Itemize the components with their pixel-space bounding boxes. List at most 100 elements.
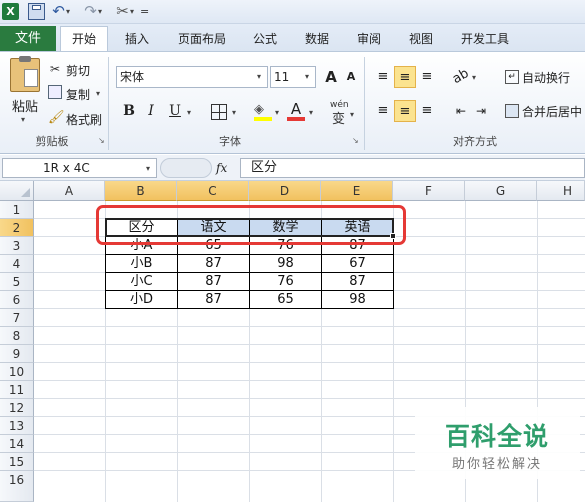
tab-review[interactable]: 审阅: [348, 27, 390, 51]
paste-label[interactable]: 粘贴: [12, 96, 38, 115]
tools-dropdown-icon[interactable]: ▾: [130, 3, 138, 20]
copy-button[interactable]: 复制: [66, 86, 90, 103]
row-header-15[interactable]: 15: [0, 453, 34, 471]
row-header-6[interactable]: 6: [0, 291, 34, 309]
row-header-7[interactable]: 7: [0, 309, 34, 327]
align-right-icon[interactable]: ≡: [416, 100, 438, 122]
phonetic-guide-icon[interactable]: 变: [332, 108, 345, 127]
merge-center-button[interactable]: 合并后居中: [522, 103, 582, 120]
insert-function-button[interactable]: fx: [216, 159, 238, 177]
underline-dropdown-icon[interactable]: ▾: [187, 108, 191, 117]
row-header-9[interactable]: 9: [0, 345, 34, 363]
merge-center-icon[interactable]: [505, 104, 519, 118]
row-header-8[interactable]: 8: [0, 327, 34, 345]
grow-font-button[interactable]: A: [320, 66, 342, 88]
row-header-11[interactable]: 11: [0, 381, 34, 399]
row-header-12[interactable]: 12: [0, 399, 34, 417]
table-cell[interactable]: 67: [322, 255, 393, 273]
tab-file[interactable]: 文件: [0, 26, 56, 52]
font-launcher-icon[interactable]: ↘: [352, 136, 359, 145]
undo-icon[interactable]: ↶: [50, 3, 67, 20]
font-name-dropdown-icon[interactable]: ▾: [257, 72, 261, 81]
font-size-dropdown-icon[interactable]: ▾: [305, 72, 309, 81]
column-header-f[interactable]: F: [393, 181, 465, 201]
table-cell[interactable]: 87: [178, 255, 249, 273]
formula-input[interactable]: 区分: [240, 158, 585, 178]
tab-view[interactable]: 视图: [400, 27, 442, 51]
fill-color-icon[interactable]: ◈: [254, 102, 272, 117]
align-left-icon[interactable]: ≡: [372, 100, 394, 122]
wrap-text-button[interactable]: 自动换行: [522, 69, 570, 86]
underline-button[interactable]: U: [164, 100, 186, 122]
clipboard-launcher-icon[interactable]: ↘: [98, 136, 105, 145]
row-header-5[interactable]: 5: [0, 273, 34, 291]
align-center-icon[interactable]: ≡: [394, 100, 416, 122]
row-header-13[interactable]: 13: [0, 417, 34, 435]
table-cell[interactable]: 小C: [106, 273, 177, 291]
shrink-font-button[interactable]: A: [340, 66, 362, 88]
font-color-dropdown-icon[interactable]: ▾: [309, 108, 313, 117]
column-header-e[interactable]: E: [321, 181, 393, 201]
redo-icon[interactable]: ↷: [82, 3, 99, 20]
phonetic-dropdown-icon[interactable]: ▾: [350, 110, 354, 119]
tab-formulas[interactable]: 公式: [244, 27, 286, 51]
format-painter-icon[interactable]: 🖌: [48, 110, 65, 125]
fill-color-dropdown-icon[interactable]: ▾: [275, 108, 279, 117]
row-header-4[interactable]: 4: [0, 255, 34, 273]
font-size-field[interactable]: 11: [270, 66, 316, 88]
table-cell[interactable]: 98: [250, 255, 321, 273]
column-header-g[interactable]: G: [465, 181, 537, 201]
increase-indent-icon[interactable]: ⇥: [470, 100, 492, 122]
column-header-h[interactable]: H: [537, 181, 585, 201]
italic-button[interactable]: I: [140, 100, 162, 122]
customize-qat-icon[interactable]: =: [140, 3, 150, 20]
table-cell[interactable]: 65: [250, 291, 321, 309]
table-cell[interactable]: 小D: [106, 291, 177, 309]
column-header-c[interactable]: C: [177, 181, 249, 201]
border-dropdown-icon[interactable]: ▾: [232, 108, 236, 117]
row-header-10[interactable]: 10: [0, 363, 34, 381]
paste-dropdown-icon[interactable]: ▾: [21, 115, 25, 124]
align-top-icon[interactable]: ≡: [372, 66, 394, 88]
tab-page-layout[interactable]: 页面布局: [170, 27, 234, 51]
row-header-14[interactable]: 14: [0, 435, 34, 453]
table-cell[interactable]: 76: [250, 273, 321, 291]
copy-icon[interactable]: [48, 85, 62, 99]
orientation-dropdown-icon[interactable]: ▾: [472, 73, 476, 82]
wrap-text-icon[interactable]: ↵: [505, 70, 519, 84]
format-painter-button[interactable]: 格式刷: [66, 111, 102, 128]
decrease-indent-icon[interactable]: ⇤: [450, 100, 472, 122]
align-bottom-icon[interactable]: ≡: [416, 66, 438, 88]
cut-icon[interactable]: ✂: [50, 62, 60, 76]
table-cell[interactable]: 小B: [106, 255, 177, 273]
row-header-1[interactable]: 1: [0, 201, 34, 219]
column-header-b[interactable]: B: [105, 181, 177, 201]
border-icon[interactable]: [211, 104, 227, 120]
tab-insert[interactable]: 插入: [116, 27, 158, 51]
row-header-16[interactable]: 16: [0, 471, 34, 502]
row-header-3[interactable]: 3: [0, 237, 34, 255]
font-name-field[interactable]: 宋体: [116, 66, 268, 88]
align-middle-icon[interactable]: ≡: [394, 66, 416, 88]
tab-home[interactable]: 开始: [60, 26, 108, 52]
worksheet-grid[interactable]: A B C D E F G H 1 2 3 4 5 6 7 8 9 10 11 …: [0, 181, 585, 502]
copy-dropdown-icon[interactable]: ▾: [96, 89, 100, 98]
column-header-d[interactable]: D: [249, 181, 321, 201]
bold-button[interactable]: B: [118, 100, 140, 122]
table-cell[interactable]: 87: [178, 273, 249, 291]
table-cell[interactable]: 98: [322, 291, 393, 309]
save-icon[interactable]: [28, 3, 45, 20]
redo-dropdown-icon[interactable]: ▾: [98, 3, 106, 20]
table-cell[interactable]: 87: [322, 273, 393, 291]
paste-icon[interactable]: [10, 56, 40, 92]
tools-icon[interactable]: ✂: [114, 3, 131, 20]
select-all-button[interactable]: [0, 181, 34, 201]
row-header-2[interactable]: 2: [0, 219, 34, 237]
column-header-a[interactable]: A: [34, 181, 105, 201]
cut-button[interactable]: 剪切: [66, 62, 90, 79]
table-cell[interactable]: 87: [178, 291, 249, 309]
name-box[interactable]: 1R x 4C: [2, 158, 157, 178]
tab-developer[interactable]: 开发工具: [452, 27, 518, 51]
tab-data[interactable]: 数据: [296, 27, 338, 51]
name-box-dropdown-icon[interactable]: ▾: [146, 164, 150, 173]
